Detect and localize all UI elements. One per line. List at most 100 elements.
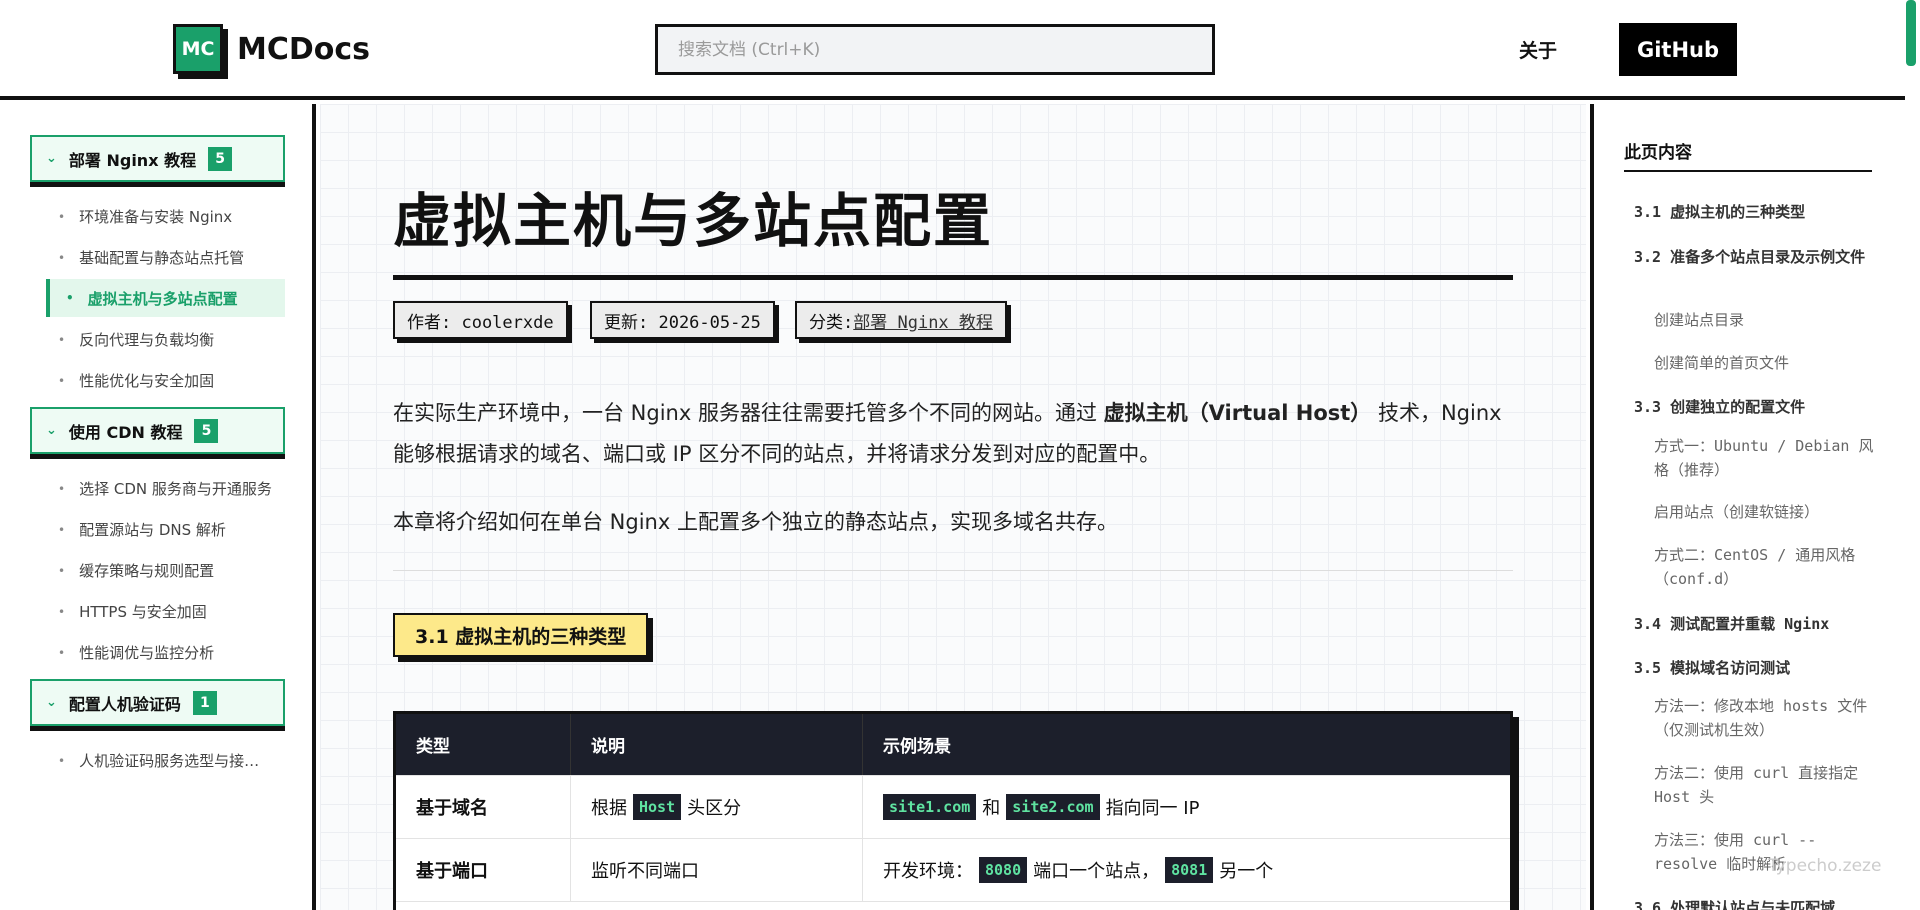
sidebar-item[interactable]: • 环境准备与安装 Nginx (58, 206, 232, 227)
sidebar-item[interactable]: • 反向代理与负载均衡 (58, 329, 214, 350)
toc-link[interactable]: 3.4 测试配置并重载 Nginx (1634, 612, 1874, 636)
sidebar-item-active[interactable]: • 虚拟主机与多站点配置 (46, 279, 285, 317)
inline-code: 8080 (979, 857, 1028, 883)
bullet-icon: • (58, 373, 66, 388)
sidebar-group-captcha[interactable]: ⌄ 配置人机验证码 1 (30, 679, 285, 726)
table-of-contents: 此页内容 3.1 虚拟主机的三种类型 3.2 准备多个站点目录及示例文件 创建站… (1590, 104, 1906, 910)
table-cell-example: site1.com 和 site2.com 指向同一 IP (862, 776, 1510, 838)
cell-text: 开发环境： (883, 861, 973, 882)
inline-code: site1.com (883, 794, 977, 820)
cell-text: 另一个 (1219, 861, 1274, 882)
sidebar-item-label: 配置源站与 DNS 解析 (79, 521, 226, 539)
logo-text: MCDocs (237, 31, 371, 67)
toc-link[interactable]: 3.3 创建独立的配置文件 (1634, 395, 1874, 419)
sidebar-item-label: 性能调优与监控分析 (79, 644, 215, 662)
meta-category: 分类: 部署 Nginx 教程 (795, 301, 1007, 339)
sidebar-item[interactable]: • 缓存策略与规则配置 (58, 560, 214, 581)
left-sidebar: ⌄ 部署 Nginx 教程 5 • 环境准备与安装 Nginx • 基础配置与静态站… (0, 104, 316, 910)
sidebar-item-label: 反向代理与负载均衡 (79, 331, 215, 349)
toc-link[interactable]: 方法二：使用 curl 直接指定 Host 头 (1654, 761, 1874, 809)
table-cell-desc: 根据 Host 头区分 (570, 776, 862, 838)
sidebar-group-label: 配置人机验证码 (68, 694, 181, 714)
table-header-cell: 示例场景 (862, 714, 1510, 775)
bullet-icon: • (58, 753, 66, 768)
meta-updated: 更新: 2026-05-25 (590, 301, 775, 339)
toc-link[interactable]: 3.1 虚拟主机的三种类型 (1634, 200, 1874, 224)
vhost-types-table: 类型 说明 示例场景 基于域名 根据 Host 头区分 site1.com 和 … (393, 711, 1513, 910)
toc-link[interactable]: 3.2 准备多个站点目录及示例文件 (1634, 245, 1874, 269)
intro-bold-term: 虚拟主机（Virtual Host） (1103, 401, 1372, 425)
cell-text: 根据 (591, 798, 627, 819)
sidebar-group-label: 使用 CDN 教程 (68, 422, 183, 442)
cell-text: 和 (982, 798, 1001, 819)
sidebar-item-label: 环境准备与安装 Nginx (79, 208, 233, 226)
sidebar-item[interactable]: • 配置源站与 DNS 解析 (58, 519, 226, 540)
count-badge: 5 (208, 146, 233, 171)
site-logo[interactable]: MC MCDocs (173, 24, 370, 74)
title-divider (393, 275, 1513, 280)
search-input[interactable] (655, 24, 1215, 75)
toc-link[interactable]: 创建简单的首页文件 (1654, 351, 1874, 375)
top-header: MC MCDocs 关于 GitHub (0, 0, 1905, 100)
table-header-row: 类型 说明 示例场景 (396, 714, 1510, 776)
table-cell-desc: 监听不同端口 (570, 839, 862, 901)
logo-badge: MC (173, 24, 223, 74)
page-title: 虚拟主机与多站点配置 (393, 187, 994, 255)
bullet-icon: • (58, 332, 66, 347)
intro-paragraph-2: 本章将介绍如何在单台 Nginx 上配置多个独立的静态站点，实现多域名共存。 (393, 510, 1118, 534)
toc-link[interactable]: 方式一：Ubuntu / Debian 风格（推荐） (1654, 434, 1874, 482)
chevron-down-icon: ⌄ (46, 151, 57, 166)
sidebar-item[interactable]: • 选择 CDN 服务商与开通服务 (58, 478, 272, 499)
bullet-icon: • (58, 645, 66, 660)
table-row: 基于域名 根据 Host 头区分 site1.com 和 site2.com 指… (396, 776, 1510, 839)
nav-about-link[interactable]: 关于 (1519, 36, 1557, 63)
count-badge: 1 (192, 690, 217, 715)
inline-code: 8081 (1165, 857, 1214, 883)
toc-link[interactable]: 3.5 模拟域名访问测试 (1634, 656, 1874, 680)
page-scrollbar-thumb[interactable] (1906, 0, 1916, 66)
chevron-down-icon: ⌄ (46, 423, 57, 438)
cell-text: 指向同一 IP (1105, 798, 1200, 819)
bullet-icon: • (58, 604, 66, 619)
bullet-icon: • (58, 481, 66, 496)
table-cell-type: 基于端口 (416, 861, 488, 882)
section-divider (393, 570, 1513, 571)
bullet-icon: • (58, 522, 66, 537)
github-button[interactable]: GitHub (1619, 23, 1737, 76)
watermark-text: Typecho.zeze (1768, 856, 1882, 876)
toc-link[interactable]: 3.6 处理默认站点与未匹配域 (1634, 896, 1874, 910)
sidebar-item[interactable]: • HTTPS 与安全加固 (58, 601, 207, 622)
toc-link[interactable]: 方式二：CentOS / 通用风格（conf.d） (1654, 543, 1874, 591)
sidebar-item-label: 选择 CDN 服务商与开通服务 (79, 480, 272, 498)
count-badge: 5 (194, 418, 219, 443)
meta-author: 作者: coolerxde (393, 301, 568, 339)
cell-text: 端口一个站点， (1033, 861, 1160, 882)
intro-paragraph: 在实际生产环境中，一台 Nginx 服务器往往需要托管多个不同的网站。通过 虚拟… (393, 393, 1513, 475)
sidebar-group-cdn[interactable]: ⌄ 使用 CDN 教程 5 (30, 407, 285, 454)
table-row (396, 902, 1510, 910)
bullet-icon: • (58, 563, 66, 578)
sidebar-item[interactable]: • 性能调优与监控分析 (58, 642, 214, 663)
table-header-cell: 说明 (570, 714, 862, 775)
chevron-down-icon: ⌄ (46, 695, 57, 710)
bullet-icon: • (58, 250, 66, 265)
sidebar-item[interactable]: • 基础配置与静态站点托管 (58, 247, 244, 268)
sidebar-group-nginx[interactable]: ⌄ 部署 Nginx 教程 5 (30, 135, 285, 182)
article-content: 虚拟主机与多站点配置 作者: coolerxde 更新: 2026-05-25 … (320, 104, 1586, 910)
bullet-icon: • (58, 209, 66, 224)
sidebar-item[interactable]: • 性能优化与安全加固 (58, 370, 214, 391)
toc-link[interactable]: 启用站点（创建软链接） (1654, 500, 1874, 524)
toc-link[interactable]: 创建站点目录 (1654, 308, 1874, 332)
toc-link[interactable]: 方法一：修改本地 hosts 文件（仅测试机生效） (1654, 694, 1874, 742)
table-header-cell: 类型 (416, 737, 450, 757)
toc-title: 此页内容 (1624, 143, 1692, 163)
section-heading: 3.1 虚拟主机的三种类型 (393, 613, 649, 657)
bullet-icon: • (66, 291, 74, 305)
inline-code: site2.com (1006, 794, 1100, 820)
inline-code: Host (633, 794, 682, 820)
table-cell-type: 基于域名 (416, 798, 488, 819)
category-link[interactable]: 部署 Nginx 教程 (853, 308, 993, 333)
sidebar-item[interactable]: • 人机验证码服务选型与接… (58, 750, 259, 771)
table-row: 基于端口 监听不同端口 开发环境： 8080 端口一个站点， 8081 另一个 (396, 839, 1510, 902)
sidebar-item-label: 性能优化与安全加固 (79, 372, 215, 390)
